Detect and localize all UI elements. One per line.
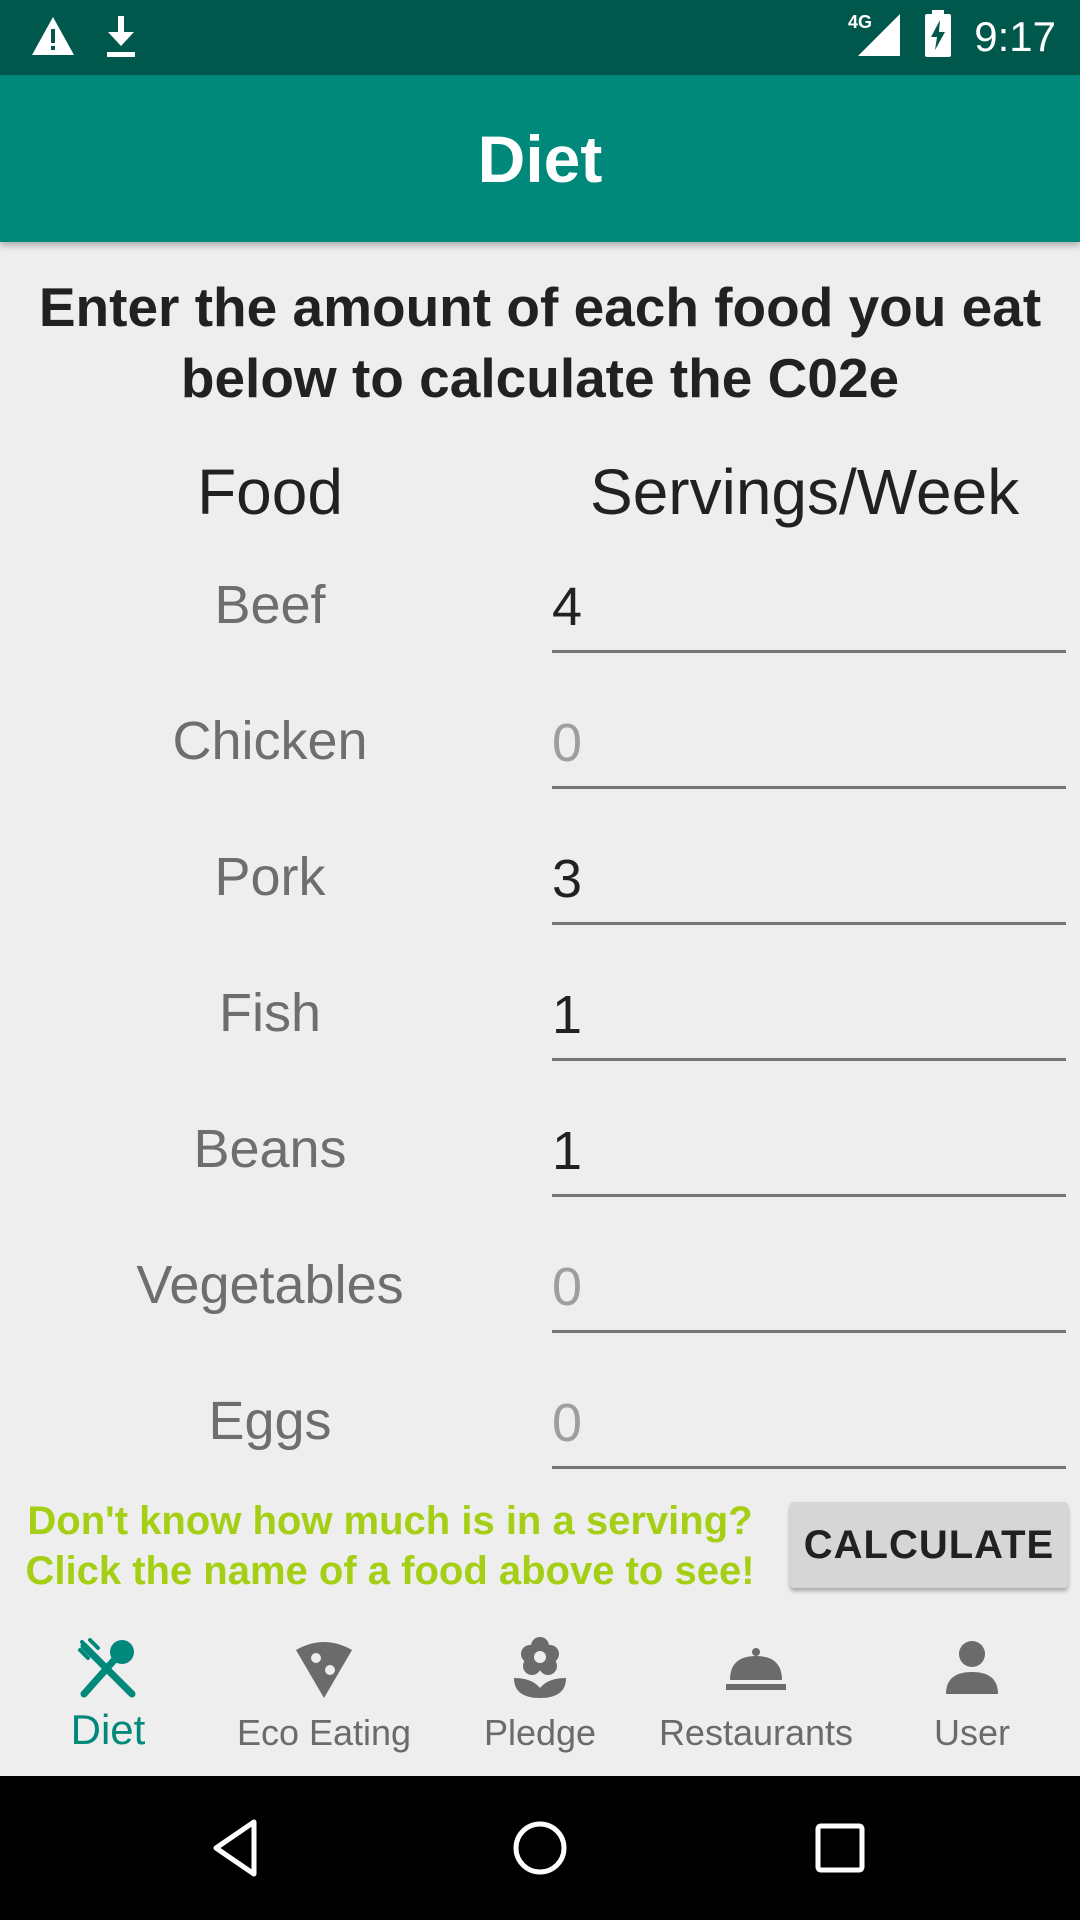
nav-item-restaurants[interactable]: Restaurants xyxy=(648,1610,864,1776)
nav-item-eco-eating[interactable]: Eco Eating xyxy=(216,1610,432,1776)
network-type-label: 4G xyxy=(848,12,872,32)
signal-icon: 4G xyxy=(848,10,902,63)
serving-hint-line-2: Click the name of a food above to see! xyxy=(25,1549,755,1593)
servings-input-eggs[interactable] xyxy=(552,1388,1066,1469)
nav-label-eco-eating: Eco Eating xyxy=(236,1712,412,1753)
food-row-beef: Beef xyxy=(0,550,1080,686)
page-title: Diet xyxy=(477,121,603,196)
food-row-eggs: Eggs xyxy=(0,1366,1080,1502)
room-service-icon xyxy=(726,1648,786,1690)
servings-column-header: Servings/Week xyxy=(590,456,1020,528)
person-icon xyxy=(946,1641,998,1694)
bottom-navigation: Diet Eco Eating Pledge Restaurants User xyxy=(0,1610,1080,1776)
food-row-beans: Beans xyxy=(0,1094,1080,1230)
nav-label-restaurants: Restaurants xyxy=(658,1712,854,1753)
food-label-vegetables[interactable]: Vegetables xyxy=(0,1250,540,1320)
food-label-beans[interactable]: Beans xyxy=(0,1114,540,1184)
status-bar: 4G 9:17 xyxy=(0,0,1080,75)
serving-hint-line-1: Don't know how much is in a serving? xyxy=(27,1499,753,1543)
food-row-chicken: Chicken xyxy=(0,686,1080,822)
app-bar: Diet xyxy=(0,75,1080,242)
flower-icon xyxy=(514,1637,566,1698)
recents-icon[interactable] xyxy=(808,1816,872,1880)
intro-line-2: below to calculate the C02e xyxy=(180,347,900,409)
food-label-eggs[interactable]: Eggs xyxy=(0,1386,540,1456)
intro-text: Enter the amount of each food you eat be… xyxy=(0,272,1080,414)
back-icon[interactable] xyxy=(206,1816,270,1880)
servings-input-pork[interactable] xyxy=(552,844,1066,925)
food-label-fish[interactable]: Fish xyxy=(0,978,540,1048)
intro-line-1: Enter the amount of each food you eat xyxy=(38,276,1042,338)
home-icon[interactable] xyxy=(508,1816,572,1880)
nav-label-user: User xyxy=(933,1712,1010,1753)
food-label-beef[interactable]: Beef xyxy=(0,570,540,640)
nav-item-diet[interactable]: Diet xyxy=(0,1610,216,1776)
nav-item-pledge[interactable]: Pledge xyxy=(432,1610,648,1776)
fork-spoon-icon xyxy=(78,1638,136,1698)
servings-input-fish[interactable] xyxy=(552,980,1066,1061)
food-row-fish: Fish xyxy=(0,958,1080,1094)
calculate-button[interactable]: CALCULATE xyxy=(790,1502,1068,1588)
nav-item-user[interactable]: User xyxy=(864,1610,1080,1776)
food-row-vegetables: Vegetables xyxy=(0,1230,1080,1366)
serving-hint: Don't know how much is in a serving? Cli… xyxy=(0,1496,780,1596)
download-icon xyxy=(104,14,138,63)
clock: 9:17 xyxy=(974,12,1056,60)
system-navigation-bar xyxy=(0,1776,1080,1920)
servings-input-beef[interactable] xyxy=(552,572,1066,653)
nav-label-pledge: Pledge xyxy=(483,1712,597,1753)
food-label-chicken[interactable]: Chicken xyxy=(0,706,540,776)
servings-input-chicken[interactable] xyxy=(552,708,1066,789)
pizza-slice-icon xyxy=(296,1642,352,1698)
servings-input-vegetables[interactable] xyxy=(552,1252,1066,1333)
warning-icon xyxy=(30,15,76,62)
food-label-pork[interactable]: Pork xyxy=(0,842,540,912)
servings-input-beans[interactable] xyxy=(552,1116,1066,1197)
nav-label-diet: Diet xyxy=(70,1706,146,1753)
battery-charging-icon xyxy=(924,10,952,63)
food-column-header: Food xyxy=(197,456,343,528)
food-row-pork: Pork xyxy=(0,822,1080,958)
